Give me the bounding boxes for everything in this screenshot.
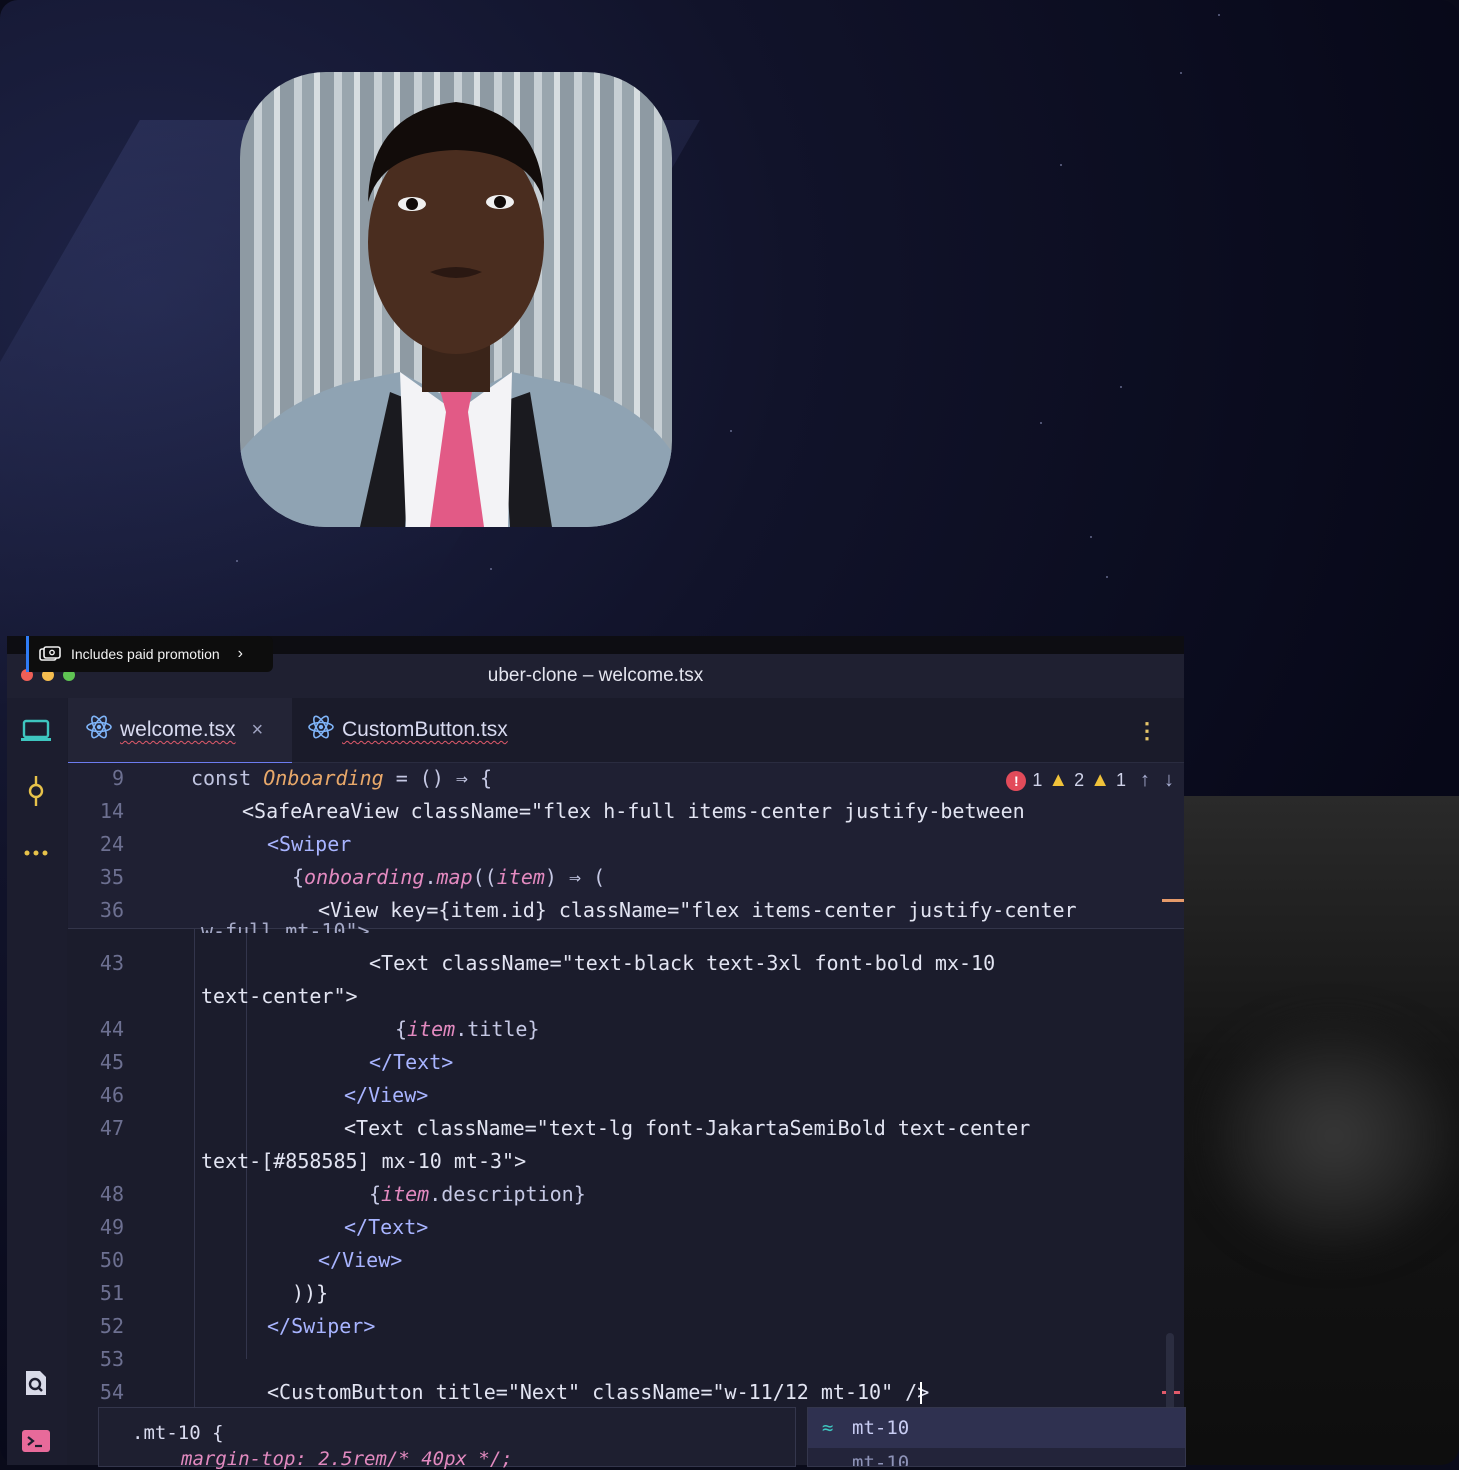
- code-line: <Text className="text-black text-3xl fon…: [369, 951, 996, 975]
- chevron-right-icon: ›: [237, 645, 243, 662]
- warning-icon: ▲: [1048, 769, 1069, 791]
- code-line: text-[#858585] mx-10 mt-3">: [201, 1149, 527, 1173]
- commit-icon[interactable]: [19, 774, 53, 808]
- react-icon: [86, 715, 112, 745]
- line-number: 35: [99, 865, 124, 889]
- paid-promotion-banner[interactable]: Includes paid promotion ›: [26, 636, 273, 672]
- promotion-icon: [39, 646, 61, 662]
- warning-count: 2: [1074, 770, 1085, 790]
- weak-warning-count: 1: [1115, 770, 1126, 790]
- search-file-icon[interactable]: [19, 1366, 53, 1400]
- star: [236, 560, 238, 562]
- tab-options-icon[interactable]: ⋮: [1136, 718, 1158, 744]
- indent-guide: [194, 929, 195, 1429]
- code-line: <Swiper: [267, 832, 352, 856]
- window-title: uber-clone – welcome.tsx: [487, 665, 704, 686]
- line-number: 50: [99, 1248, 124, 1272]
- suggestion-label[interactable]: mt-10: [852, 1452, 909, 1466]
- error-icon: !: [1006, 770, 1027, 791]
- code-line: </View>: [318, 1248, 403, 1272]
- error-count: 1: [1032, 770, 1043, 790]
- code-line: </Text>: [369, 1050, 454, 1074]
- project-icon[interactable]: [19, 714, 53, 748]
- star: [1106, 576, 1108, 578]
- line-number: 52: [99, 1314, 124, 1338]
- code-line: </View>: [344, 1083, 429, 1107]
- webcam-overlay-blur: [1184, 796, 1459, 1465]
- promotion-label: Includes paid promotion: [71, 646, 220, 662]
- react-icon: [308, 715, 334, 745]
- line-number: 53: [99, 1347, 124, 1371]
- problems-indicator[interactable]: ! 1 ▲ 2 ▲ 1 ↑ ↓: [1006, 769, 1174, 792]
- tab-label: welcome.tsx: [120, 718, 236, 741]
- ide-window: uber-clone – welcome.tsx welcome.tsx × C…: [7, 636, 1184, 1465]
- line-number: 54: [99, 1380, 124, 1404]
- tab-label: CustomButton.tsx: [342, 718, 508, 741]
- next-problem-icon[interactable]: ↓: [1164, 769, 1174, 792]
- previous-problem-icon[interactable]: ↑: [1140, 769, 1150, 792]
- line-number: 44: [99, 1017, 124, 1041]
- star: [490, 568, 492, 570]
- code-line: </Text>: [344, 1215, 429, 1239]
- css-hover-documentation: .mt-10 { margin-top: 2.5rem/* 40px */;: [98, 1407, 796, 1470]
- activity-sidebar: [7, 698, 67, 1465]
- star: [1218, 14, 1220, 16]
- line-number: 45: [99, 1050, 124, 1074]
- line-number: 14: [99, 799, 124, 823]
- code-line: {onboarding.map((item) ⇒ (: [292, 865, 606, 889]
- more-icon[interactable]: [19, 836, 53, 870]
- star: [1090, 536, 1092, 538]
- doc-line: .mt-10 {: [132, 1422, 224, 1444]
- code-line: ))}: [292, 1281, 329, 1305]
- close-tab-icon[interactable]: ×: [252, 719, 264, 742]
- editor-tabbar: welcome.tsx × CustomButton.tsx ⋮: [68, 698, 1184, 764]
- star: [1060, 164, 1062, 166]
- code-line: text-center">: [201, 984, 358, 1008]
- line-number: 46: [99, 1083, 124, 1107]
- line-number: 49: [99, 1215, 124, 1239]
- star: [1120, 386, 1122, 388]
- line-number: 9: [111, 766, 124, 790]
- text-cursor: [920, 1382, 922, 1404]
- line-number: 36: [99, 898, 124, 922]
- change-marker: [1162, 899, 1184, 902]
- line-number: 24: [99, 832, 124, 856]
- line-number: 47: [99, 1116, 124, 1140]
- tab-welcome[interactable]: welcome.tsx ×: [68, 698, 292, 764]
- star: [1040, 422, 1042, 424]
- autocomplete-selected-item[interactable]: ≈ mt-10: [808, 1408, 1185, 1448]
- weak-warning-icon: ▲: [1090, 769, 1110, 791]
- line-number: 43: [99, 951, 124, 975]
- code-line: <View key={item.id} className="flex item…: [318, 898, 1077, 922]
- code-line: w-full mt-10">: [201, 919, 370, 933]
- code-editor[interactable]: 9 const Onboarding = () ⇒ { 14 <SafeArea…: [68, 763, 1184, 1465]
- line-number: 48: [99, 1182, 124, 1206]
- tab-custombutton[interactable]: CustomButton.tsx: [308, 698, 508, 762]
- code-line: <Text className="text-lg font-JakartaSem…: [344, 1116, 1031, 1140]
- current-code-line: <CustomButton title="Next" className="w-…: [267, 1380, 930, 1404]
- star: [1180, 72, 1182, 74]
- code-line: const Onboarding = () ⇒ {: [191, 766, 493, 790]
- doc-line: margin-top: 2.5rem/* 40px */;: [181, 1448, 513, 1470]
- line-number: 51: [99, 1281, 124, 1305]
- star: [730, 430, 732, 432]
- sticky-scroll-header: 9 const Onboarding = () ⇒ { 14 <SafeArea…: [68, 763, 1184, 929]
- terminal-icon[interactable]: [19, 1424, 53, 1458]
- tailwind-icon: ≈: [822, 1417, 834, 1439]
- autocomplete-popup[interactable]: ≈ mt-10 mt-10: [807, 1407, 1186, 1467]
- code-line: {item.description}: [369, 1182, 586, 1206]
- presenter-photo: [240, 72, 672, 527]
- code-line: <SafeAreaView className="flex h-full ite…: [242, 799, 1025, 823]
- suggestion-label: mt-10: [852, 1417, 910, 1439]
- code-line: </Swiper>: [267, 1314, 376, 1338]
- code-line: {item.title}: [395, 1017, 540, 1041]
